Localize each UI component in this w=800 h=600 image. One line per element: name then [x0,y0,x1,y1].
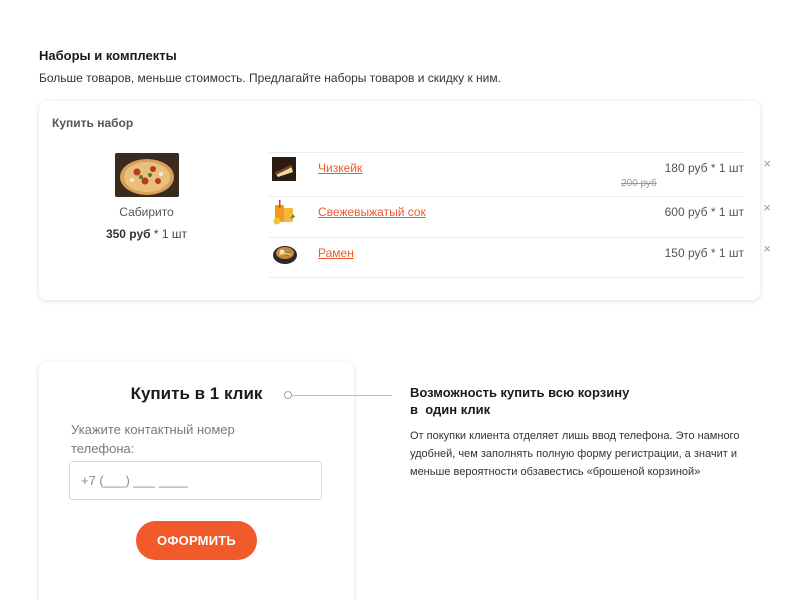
cheesecake-image [272,157,296,181]
set-card: Купить набор Сабирито 350 руб * 1 шт Чиз… [39,101,771,300]
set-item: Свежевыжатый сок 600 руб * 1 шт × [269,196,771,237]
feature-title-line1: Возможность купить всю корзину [410,385,630,400]
main-product-price-line: 350 руб * 1 шт [94,227,199,241]
oneclick-title: Купить в 1 клик [130,384,263,403]
connector-line [288,395,392,396]
set-item-price: 600 руб * 1 шт [664,205,744,219]
ramen-image [272,242,297,266]
set-item: Чизкейк 180 руб * 1 шт 200 руб × [269,152,771,196]
main-product: Сабирито 350 руб * 1 шт [94,153,199,241]
remove-icon[interactable]: × [763,156,771,171]
juice-image [272,199,296,225]
set-item-link[interactable]: Рамен [318,246,354,260]
set-item: Рамен 150 руб * 1 шт × [269,237,771,278]
feature-text: От покупки клиента отделяет лишь ввод те… [410,430,740,478]
set-item-price: 180 руб * 1 шт [664,161,744,175]
feature-title: Возможность купить всю корзину в один кл… [410,384,670,418]
main-product-name: Сабирито [119,205,174,219]
set-item-price: 150 руб * 1 шт [664,246,744,260]
phone-input[interactable] [69,461,322,500]
set-item-link[interactable]: Свежевыжатый сок [318,205,426,219]
oneclick-card: Купить в 1 клик Укажите контактный номер… [39,362,354,600]
feature-title-line2: в один клик [410,402,491,417]
sets-section-subtitle: Больше товаров, меньше стоимость. Предла… [39,71,501,85]
main-product-price: 350 руб [105,227,151,241]
submit-button[interactable]: ОФОРМИТЬ [136,521,257,560]
main-product-quantity: * 1 шт [153,227,188,241]
phone-label: Укажите контактный номер телефона: [71,422,235,456]
connector-dot [284,391,292,399]
set-item-old-price: 200 руб [621,178,657,189]
remove-icon[interactable]: × [763,241,771,256]
pizza-image [114,153,179,197]
remove-icon[interactable]: × [763,200,771,215]
sets-section-title: Наборы и комплекты [39,48,177,63]
set-items-list: Чизкейк 180 руб * 1 шт 200 руб × Свежевы… [269,152,771,278]
set-card-title: Купить набор [52,116,134,130]
set-item-link[interactable]: Чизкейк [318,161,362,175]
